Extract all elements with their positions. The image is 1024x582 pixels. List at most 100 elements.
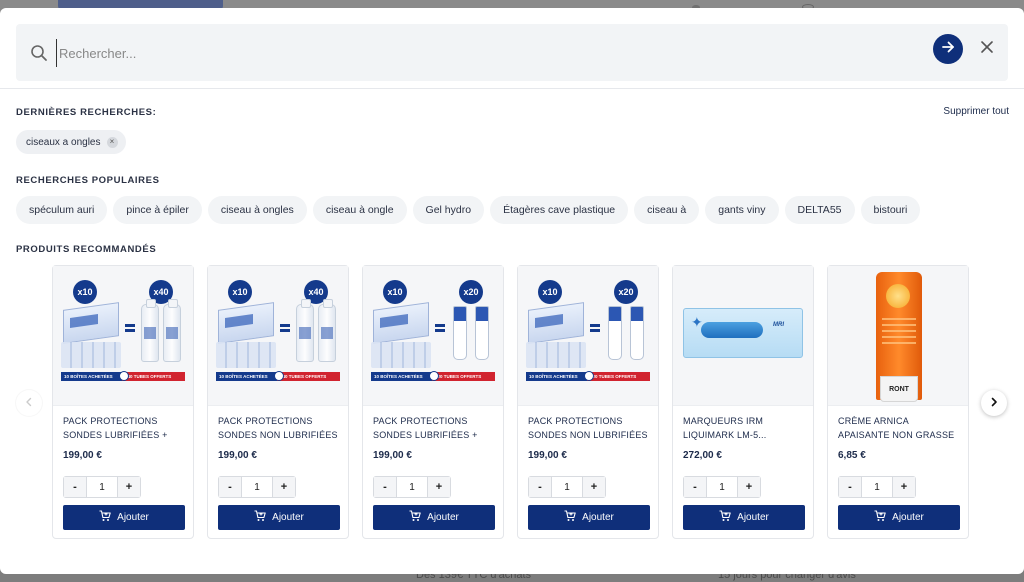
decrement-button[interactable]: - xyxy=(529,477,551,497)
equals-sign-icon xyxy=(280,324,290,332)
increment-button[interactable]: + xyxy=(118,477,140,497)
product-name[interactable]: CRÈME ARNICA APAISANTE NON GRASSE RONT -… xyxy=(838,414,962,442)
popular-search-chip[interactable]: DELTA55 xyxy=(784,196,855,224)
quantity-value[interactable]: 1 xyxy=(706,477,738,497)
popular-search-chip[interactable]: Gel hydro xyxy=(412,196,485,224)
offer-strip-left: 10 BOÎTES ACHETÉES xyxy=(371,372,432,381)
add-to-cart-label: Ajouter xyxy=(582,512,614,523)
quantity-value[interactable]: 1 xyxy=(551,477,583,497)
product-image[interactable]: ✦ MRI xyxy=(673,266,813,406)
popular-search-chip[interactable]: pince à épiler xyxy=(113,196,202,224)
decrement-button[interactable]: - xyxy=(374,477,396,497)
offer-strip: 10 BOÎTES ACHETÉES 40 TUBES OFFERTS xyxy=(61,371,185,381)
remove-chip-icon[interactable]: × xyxy=(106,136,118,148)
add-to-cart-button[interactable]: Ajouter xyxy=(838,505,960,530)
carousel-prev-button[interactable] xyxy=(16,390,42,416)
product-card[interactable]: x10 x40 10 BOÎTES ACHETÉES 40 TUBES OFFE… xyxy=(207,265,349,539)
quantity-value[interactable]: 1 xyxy=(86,477,118,497)
quantity-stepper: - 1 + xyxy=(838,476,916,498)
quantity-value[interactable]: 1 xyxy=(861,477,893,497)
increment-button[interactable]: + xyxy=(428,477,450,497)
product-box-illustration xyxy=(373,302,429,344)
search-bar xyxy=(16,24,1008,81)
clear-all-link[interactable]: Supprimer tout xyxy=(943,106,1009,117)
offer-strip: 10 BOÎTES ACHETÉES 20 TUBES OFFERTS xyxy=(371,371,495,381)
quantity-value[interactable]: 1 xyxy=(241,477,273,497)
search-input[interactable] xyxy=(56,39,916,67)
bottle-illustration xyxy=(318,299,336,362)
popular-search-chip[interactable]: ciseau à xyxy=(634,196,700,224)
popular-search-chip[interactable]: spéculum auri xyxy=(16,196,108,224)
decrement-button[interactable]: - xyxy=(219,477,241,497)
product-card[interactable]: x10 x20 10 BOÎTES ACHETÉES 20 TUBES OFFE… xyxy=(517,265,659,539)
product-name[interactable]: PACK PROTECTIONS SONDES NON LUBRIFIÉES .… xyxy=(218,414,342,442)
increment-button[interactable]: + xyxy=(738,477,760,497)
add-to-cart-button[interactable]: Ajouter xyxy=(373,505,495,530)
add-to-cart-button[interactable]: Ajouter xyxy=(528,505,650,530)
product-image[interactable]: x10 x20 10 BOÎTES ACHETÉES 20 TUBES OFFE… xyxy=(518,266,658,406)
popular-search-chip[interactable]: ciseau à ongle xyxy=(312,196,407,224)
decrement-button[interactable]: - xyxy=(64,477,86,497)
popular-searches-title: RECHERCHES POPULAIRES xyxy=(16,175,160,186)
offer-strip-left: 10 BOÎTES ACHETÉES xyxy=(526,372,587,381)
product-image[interactable]: x10 x40 10 BOÎTES ACHETÉES 40 TUBES OFFE… xyxy=(208,266,348,406)
product-image[interactable]: x10 x40 10 BOÎTES ACHETÉES 40 TUBES OFFE… xyxy=(53,266,193,406)
product-price: 272,00 € xyxy=(683,450,722,461)
product-price: 6,85 € xyxy=(838,450,866,461)
offer-strip-left: 10 BOÎTES ACHETÉES xyxy=(61,372,122,381)
cart-plus-icon xyxy=(719,510,731,525)
product-card[interactable]: x10 x40 10 BOÎTES ACHETÉES 40 TUBES OFFE… xyxy=(52,265,194,539)
marker-brand-label: MRI xyxy=(773,322,784,328)
sachets-illustration xyxy=(216,342,276,368)
bottle-illustration xyxy=(296,299,314,362)
decrement-button[interactable]: - xyxy=(684,477,706,497)
recent-searches-title: DERNIÈRES RECHERCHES: xyxy=(16,107,157,118)
decrement-button[interactable]: - xyxy=(839,477,861,497)
increment-button[interactable]: + xyxy=(583,477,605,497)
add-to-cart-button[interactable]: Ajouter xyxy=(683,505,805,530)
cream-brand-label: RONT xyxy=(880,376,918,402)
equals-circle-icon xyxy=(119,371,129,381)
quantity-stepper: - 1 + xyxy=(528,476,606,498)
product-name[interactable]: MARQUEURS IRM LIQUIMARK LM-5... xyxy=(683,414,807,442)
product-name[interactable]: PACK PROTECTIONS SONDES LUBRIFIÉES + GE.… xyxy=(63,414,187,442)
quantity-value[interactable]: 1 xyxy=(396,477,428,497)
product-box-illustration xyxy=(63,302,119,344)
popular-search-chip[interactable]: Étagères cave plastique xyxy=(490,196,629,224)
arrow-right-icon xyxy=(941,40,955,59)
close-button[interactable] xyxy=(976,38,998,60)
label-text-illustration xyxy=(882,318,916,348)
offer-badge: x20 xyxy=(614,280,638,304)
bottle-illustration xyxy=(141,299,159,362)
cart-plus-icon xyxy=(874,510,886,525)
add-to-cart-button[interactable]: Ajouter xyxy=(218,505,340,530)
tube-illustration xyxy=(608,306,622,360)
product-image[interactable]: RONT xyxy=(828,266,968,406)
product-card[interactable]: RONT CRÈME ARNICA APAISANTE NON GRASSE R… xyxy=(827,265,969,539)
add-to-cart-label: Ajouter xyxy=(117,512,149,523)
popular-search-chip[interactable]: bistouri xyxy=(860,196,921,224)
product-name[interactable]: PACK PROTECTIONS SONDES NON LUBRIFIÉES .… xyxy=(528,414,652,442)
increment-button[interactable]: + xyxy=(893,477,915,497)
quantity-badge: x10 xyxy=(538,280,562,304)
popular-search-chip[interactable]: ciseau à ongles xyxy=(207,196,307,224)
add-to-cart-label: Ajouter xyxy=(272,512,304,523)
product-name[interactable]: PACK PROTECTIONS SONDES LUBRIFIÉES + GE.… xyxy=(373,414,497,442)
carousel-next-button[interactable] xyxy=(981,390,1007,416)
product-image[interactable]: x10 x20 10 BOÎTES ACHETÉES 20 TUBES OFFE… xyxy=(363,266,503,406)
add-to-cart-button[interactable]: Ajouter xyxy=(63,505,185,530)
product-card[interactable]: x10 x20 10 BOÎTES ACHETÉES 20 TUBES OFFE… xyxy=(362,265,504,539)
product-box-illustration xyxy=(528,302,584,344)
product-card[interactable]: ✦ MRI MARQUEURS IRM LIQUIMARK LM-5... 27… xyxy=(672,265,814,539)
popular-search-chip[interactable]: gants viny xyxy=(705,196,779,224)
offer-strip-right: 20 TUBES OFFERTS xyxy=(431,372,495,381)
increment-button[interactable]: + xyxy=(273,477,295,497)
tube-illustration xyxy=(630,306,644,360)
equals-circle-icon xyxy=(274,371,284,381)
search-submit-button[interactable] xyxy=(933,34,963,64)
offer-strip: 10 BOÎTES ACHETÉES 40 TUBES OFFERTS xyxy=(216,371,340,381)
equals-circle-icon xyxy=(584,371,594,381)
equals-sign-icon xyxy=(125,324,135,332)
recent-search-chip[interactable]: ciseaux a ongles × xyxy=(16,130,126,154)
recommended-products-title: PRODUITS RECOMMANDÉS xyxy=(16,244,157,255)
